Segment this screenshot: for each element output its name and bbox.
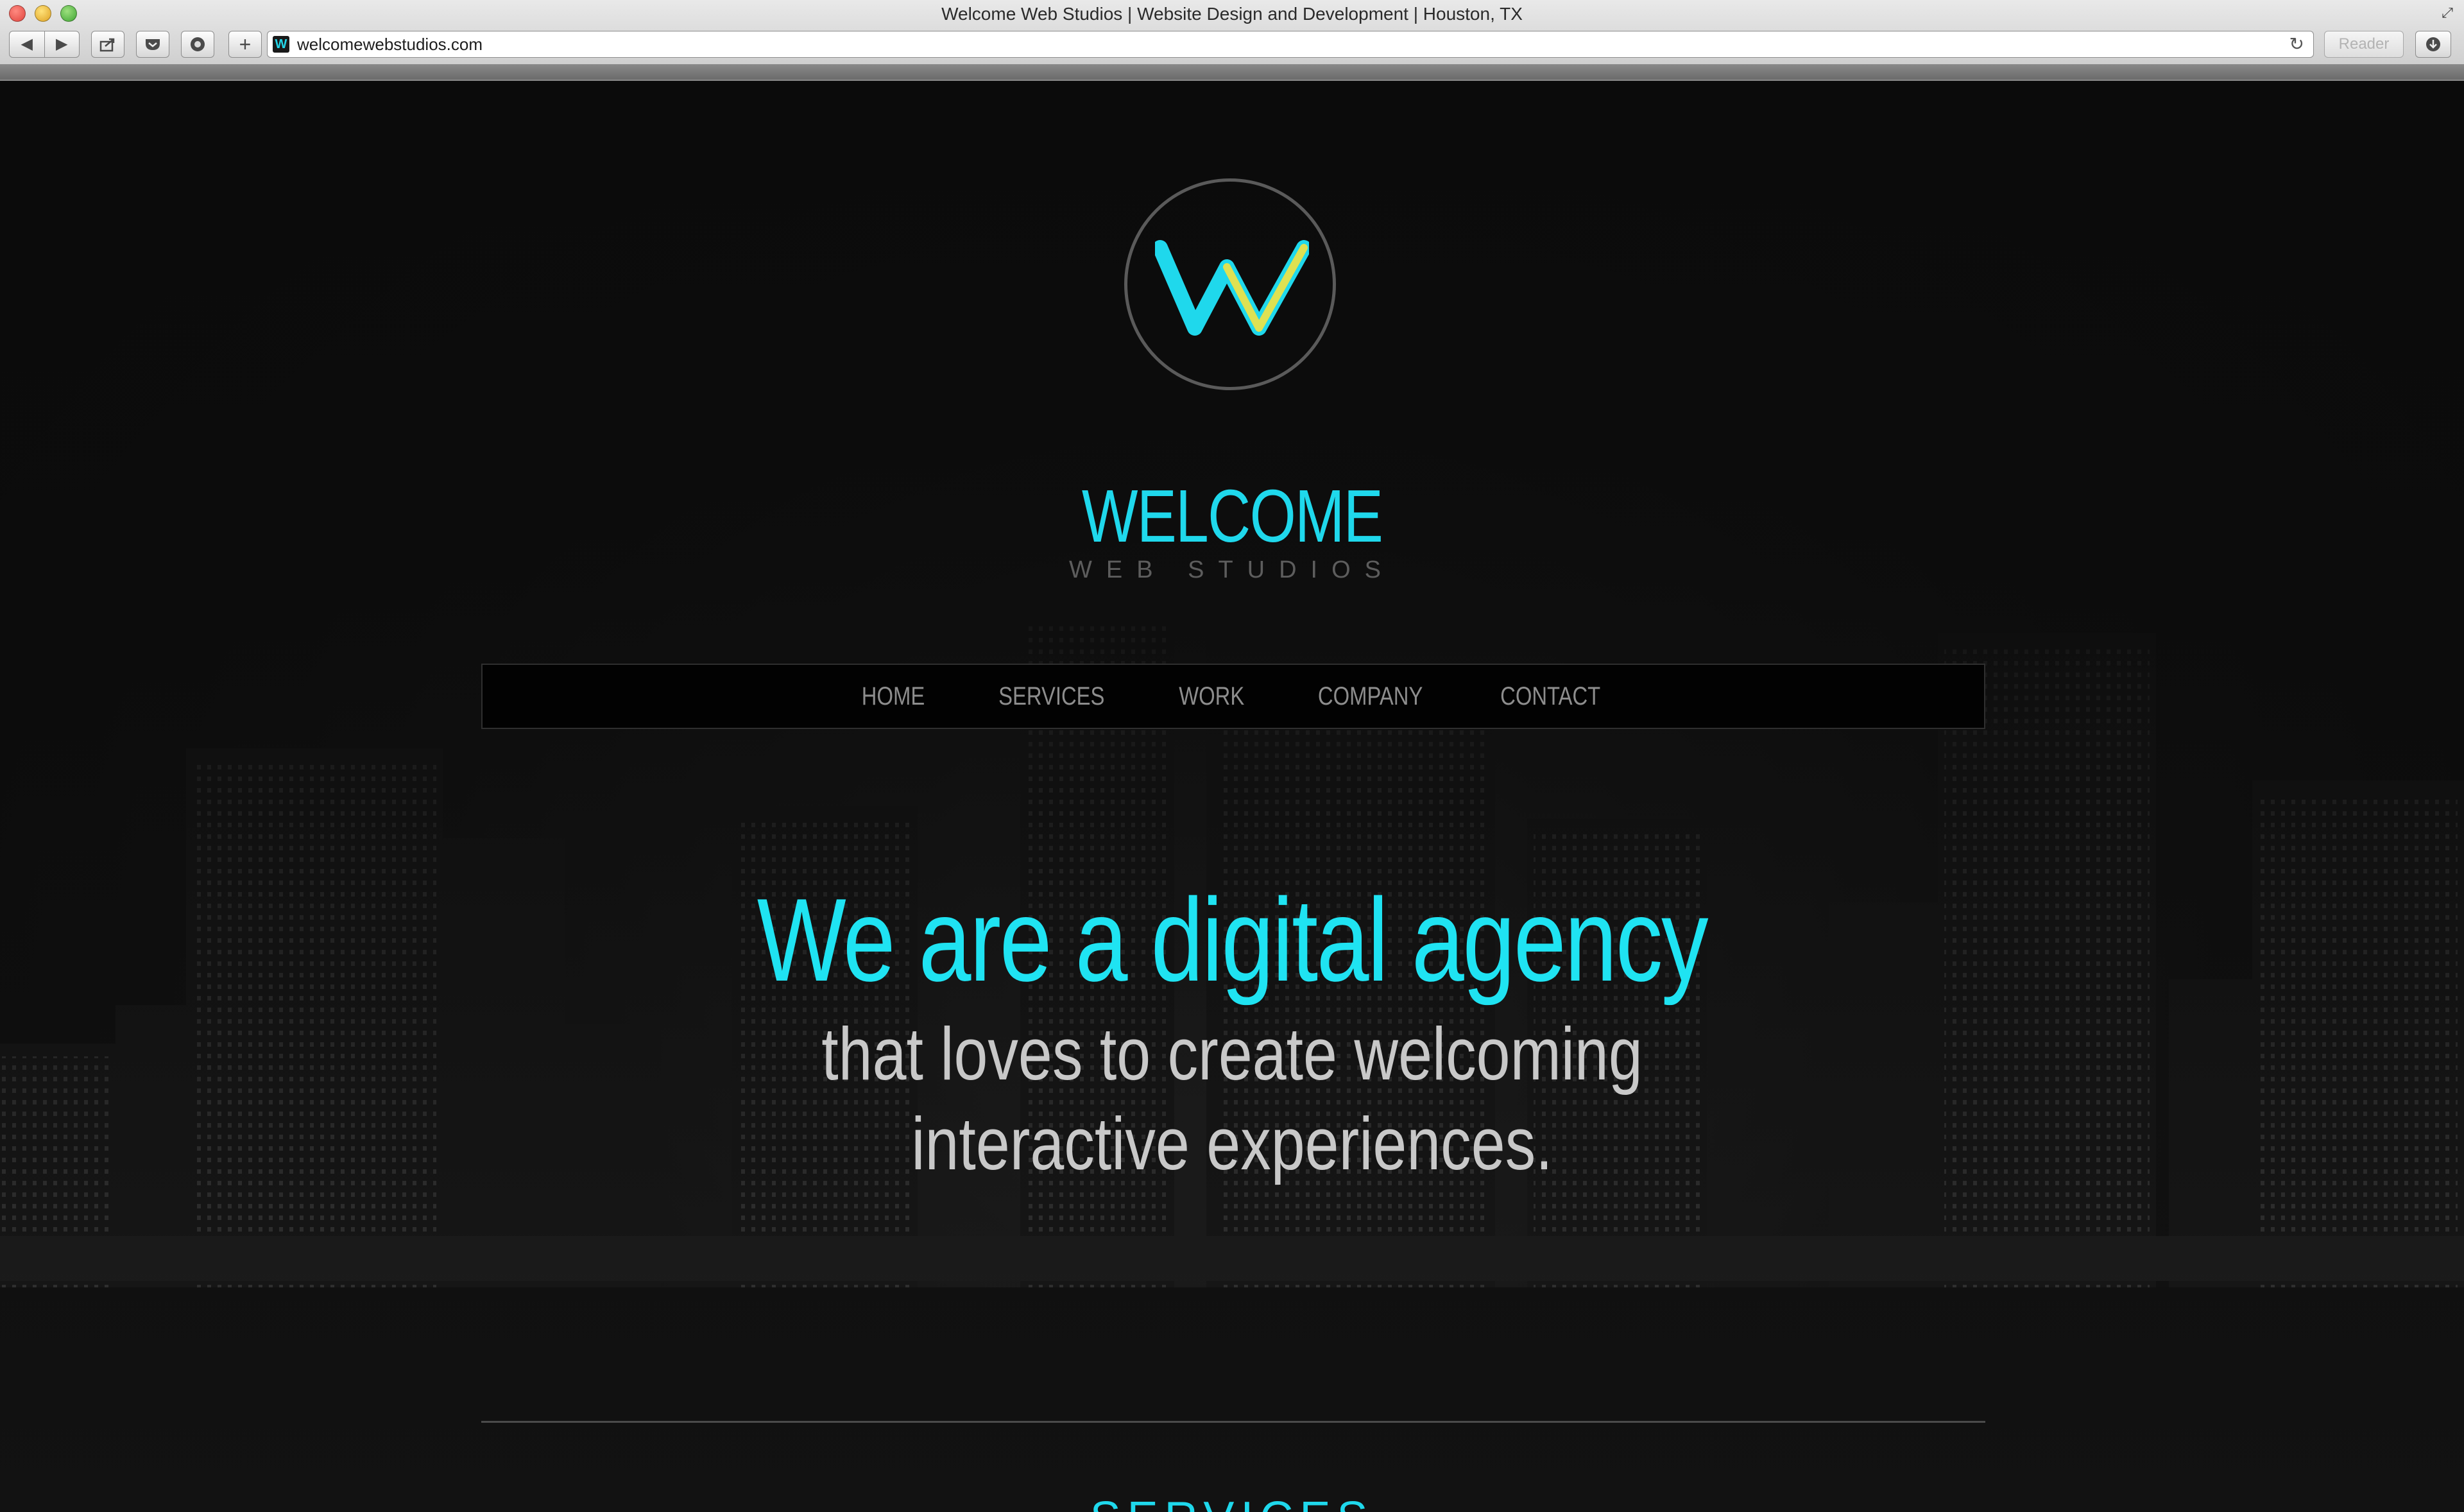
brand-name: WELCOME: [1081, 474, 1383, 558]
hero-subtitle-line-1: that loves to create welcoming: [821, 1012, 1643, 1095]
site-favicon-icon: W: [273, 36, 289, 53]
fullscreen-icon[interactable]: ⤢: [2440, 5, 2455, 21]
browser-chrome: Welcome Web Studios | Website Design and…: [0, 0, 2464, 81]
share-icon: [99, 38, 115, 52]
hero-title: We are a digital agency: [757, 873, 1709, 1006]
downloads-button[interactable]: [2415, 31, 2451, 58]
read-later-icon: [191, 37, 205, 51]
read-later-button[interactable]: [181, 31, 214, 58]
window-title: Welcome Web Studios | Website Design and…: [941, 4, 1523, 24]
reload-icon[interactable]: ↻: [2289, 31, 2304, 57]
plus-icon: +: [239, 32, 252, 56]
url-text[interactable]: welcomewebstudios.com: [297, 31, 483, 57]
nav-contact[interactable]: CONTACT: [1501, 682, 1601, 711]
pocket-button[interactable]: [136, 31, 169, 58]
hero-subtitle-line-2: interactive experiences.: [911, 1102, 1553, 1185]
toolbar-divider: [0, 64, 2464, 80]
nav-work[interactable]: WORK: [1179, 682, 1244, 711]
share-button[interactable]: [91, 31, 124, 58]
download-icon: [2426, 37, 2440, 51]
back-arrow-icon[interactable]: ◀: [10, 31, 44, 57]
web-page: WELCOME WEB STUDIOS HOME SERVICES WORK C…: [0, 81, 2464, 1512]
pocket-icon: [146, 39, 160, 50]
new-tab-button[interactable]: +: [228, 31, 262, 58]
section-divider: [481, 1421, 1985, 1423]
nav-company[interactable]: COMPANY: [1318, 682, 1423, 711]
forward-arrow-icon[interactable]: ▶: [44, 31, 80, 57]
main-navigation: HOME SERVICES WORK COMPANY CONTACT: [481, 664, 1985, 729]
w-logo-icon: [1155, 240, 1309, 336]
hero-subtitle: that loves to create welcoming interacti…: [706, 1009, 1758, 1189]
reader-button[interactable]: Reader: [2324, 31, 2404, 58]
nav-home[interactable]: HOME: [862, 682, 925, 711]
services-section-heading: SERVICES: [975, 1493, 1489, 1512]
back-forward-buttons: ◀ ▶: [9, 31, 80, 58]
address-bar[interactable]: W welcomewebstudios.com ↻: [267, 31, 2314, 58]
brand-subtitle: WEB STUDIOS: [1068, 556, 1396, 583]
nav-services[interactable]: SERVICES: [998, 682, 1104, 711]
